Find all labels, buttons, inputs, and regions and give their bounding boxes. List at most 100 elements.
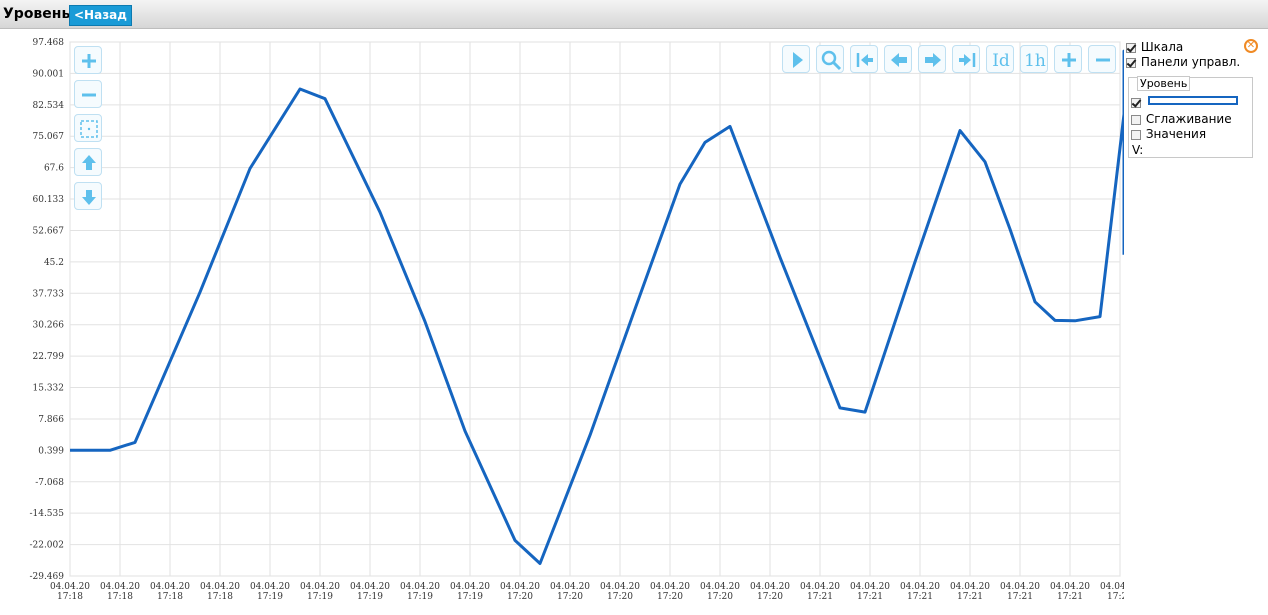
y-tick-label: 90.001: [33, 69, 65, 79]
x-tick-date: 04.04.20: [300, 582, 340, 592]
x-tick-date: 04.04.20: [350, 582, 390, 592]
step-back-button[interactable]: [884, 45, 912, 73]
x-tick-time: 17:21: [857, 592, 883, 602]
x-tick-date: 04.04.20: [500, 582, 540, 592]
y-tick-label: -22.002: [29, 541, 64, 551]
period-hour-button[interactable]: 1h: [1020, 45, 1048, 73]
x-tick-time: 17:20: [507, 592, 533, 602]
panels-label: Панели управл.: [1140, 55, 1241, 69]
go-start-button[interactable]: [850, 45, 878, 73]
x-tick-time: 17:21: [957, 592, 983, 602]
arrow-down-icon: [82, 190, 96, 205]
x-tick-date: 04.04.20: [950, 582, 990, 592]
x-tick-time: 17:19: [407, 592, 433, 602]
scale-checkbox[interactable]: [1126, 42, 1136, 53]
y-axis: 97.468 90.001 82.534 75.067 67.6 60.133 52.667…: [29, 38, 64, 582]
zoom-in-vertical-button[interactable]: [74, 46, 102, 74]
values-option[interactable]: Значения: [1131, 127, 1206, 141]
smoothing-checkbox[interactable]: [1131, 114, 1141, 125]
x-axis: 04.04.2017:1804.04.2017:1804.04.2017:180…: [50, 582, 1190, 602]
fit-vertical-button[interactable]: [74, 114, 102, 142]
play-button[interactable]: [782, 45, 810, 73]
step-forward-button[interactable]: [918, 45, 946, 73]
plus-icon: [1062, 53, 1076, 67]
x-tick-time: 17:21: [1057, 592, 1083, 602]
panels-checkbox[interactable]: [1126, 57, 1136, 68]
x-tick-date: 04.04.20: [450, 582, 490, 592]
y-tick-label: 30.266: [33, 321, 65, 331]
close-icon[interactable]: ✕: [1244, 39, 1258, 53]
y-tick-label: 97.468: [33, 38, 65, 48]
go-end-button[interactable]: [952, 45, 980, 73]
scale-option[interactable]: Шкала: [1126, 40, 1183, 54]
series-visible-checkbox[interactable]: [1131, 98, 1141, 108]
panels-option[interactable]: Панели управл.: [1126, 55, 1240, 69]
x-tick-date: 04.04.20: [150, 582, 190, 592]
y-tick-label: 67.6: [44, 164, 64, 174]
period-hour-text-icon: 1h: [1024, 51, 1046, 71]
zoom-out-vertical-button[interactable]: [74, 80, 102, 108]
x-tick-time: 17:18: [57, 592, 83, 602]
x-tick-date: 04.04.20: [750, 582, 790, 592]
x-tick-date: 04.04.20: [550, 582, 590, 592]
x-tick-date: 04.04.20: [800, 582, 840, 592]
scale-label: Шкала: [1140, 40, 1184, 54]
x-tick-date: 04.04.20: [650, 582, 690, 592]
series-line: [70, 49, 1126, 565]
scroll-up-button[interactable]: [74, 148, 102, 176]
series-title: Уровень: [1137, 76, 1191, 91]
chart-area[interactable]: 97.468 90.001 82.534 75.067 67.6 60.133 52.667…: [0, 30, 1190, 610]
y-tick-label: 82.534: [33, 101, 65, 111]
scroll-down-button[interactable]: [74, 182, 102, 210]
x-tick-date: 04.04.20: [100, 582, 140, 592]
y-tick-label: -7.068: [35, 478, 64, 488]
level-chart[interactable]: 97.468 90.001 82.534 75.067 67.6 60.133 52.667…: [0, 30, 1190, 610]
period-day-button[interactable]: Id: [986, 45, 1014, 73]
plus-icon: [82, 54, 96, 68]
values-checkbox[interactable]: [1131, 129, 1141, 140]
y-tick-label: 22.799: [33, 352, 65, 362]
x-tick-time: 17:18: [107, 592, 133, 602]
skip-end-icon: [959, 53, 976, 67]
zoom-in-time-button[interactable]: [1054, 45, 1082, 73]
arrow-left-icon: [891, 53, 907, 67]
zoom-button[interactable]: [816, 45, 844, 73]
x-tick-date: 04.04.20: [900, 582, 940, 592]
x-tick-date: 04.04.20: [600, 582, 640, 592]
smoothing-option[interactable]: Сглаживание: [1131, 112, 1232, 126]
svg-text:Id: Id: [992, 51, 1010, 71]
minus-icon: [82, 93, 96, 97]
x-tick-date: 04.04.20: [250, 582, 290, 592]
back-button[interactable]: <Назад: [69, 5, 132, 26]
v-label: V:: [1132, 143, 1144, 157]
x-tick-time: 17:18: [157, 592, 183, 602]
x-tick-date: 04.04.20: [400, 582, 440, 592]
minus-icon: [1096, 58, 1110, 62]
zoom-out-time-button[interactable]: [1088, 45, 1116, 73]
arrow-up-icon: [82, 155, 96, 170]
series-settings-box: Уровень Сглаживание Значения V:: [1128, 76, 1253, 158]
y-tick-label: 37.733: [33, 289, 65, 299]
x-tick-time: 17:19: [257, 592, 283, 602]
y-tick-label: 7.866: [38, 415, 64, 425]
series-color-field[interactable]: [1148, 96, 1238, 105]
x-tick-date: 04.04.20: [700, 582, 740, 592]
values-label: Значения: [1145, 127, 1207, 141]
x-tick-time: 17:21: [1007, 592, 1033, 602]
x-tick-date: 04.04.20: [850, 582, 890, 592]
x-tick-time: 17:19: [457, 592, 483, 602]
x-tick-time: 17:20: [757, 592, 783, 602]
x-tick-time: 17:20: [557, 592, 583, 602]
x-tick-time: 17:21: [807, 592, 833, 602]
series-layer: [70, 49, 1126, 565]
value-readout: V:: [1132, 143, 1143, 157]
y-tick-label: 15.332: [33, 384, 65, 394]
y-tick-label: 52.667: [33, 226, 65, 236]
play-icon: [793, 52, 803, 68]
x-tick-time: 17:22: [1107, 592, 1124, 602]
magnifier-icon: [821, 50, 842, 71]
smoothing-label: Сглаживание: [1145, 112, 1232, 126]
plot-border: [69, 41, 1121, 577]
top-bar: Уровень <Назад: [0, 0, 1268, 29]
fit-frame-icon: [80, 120, 98, 138]
